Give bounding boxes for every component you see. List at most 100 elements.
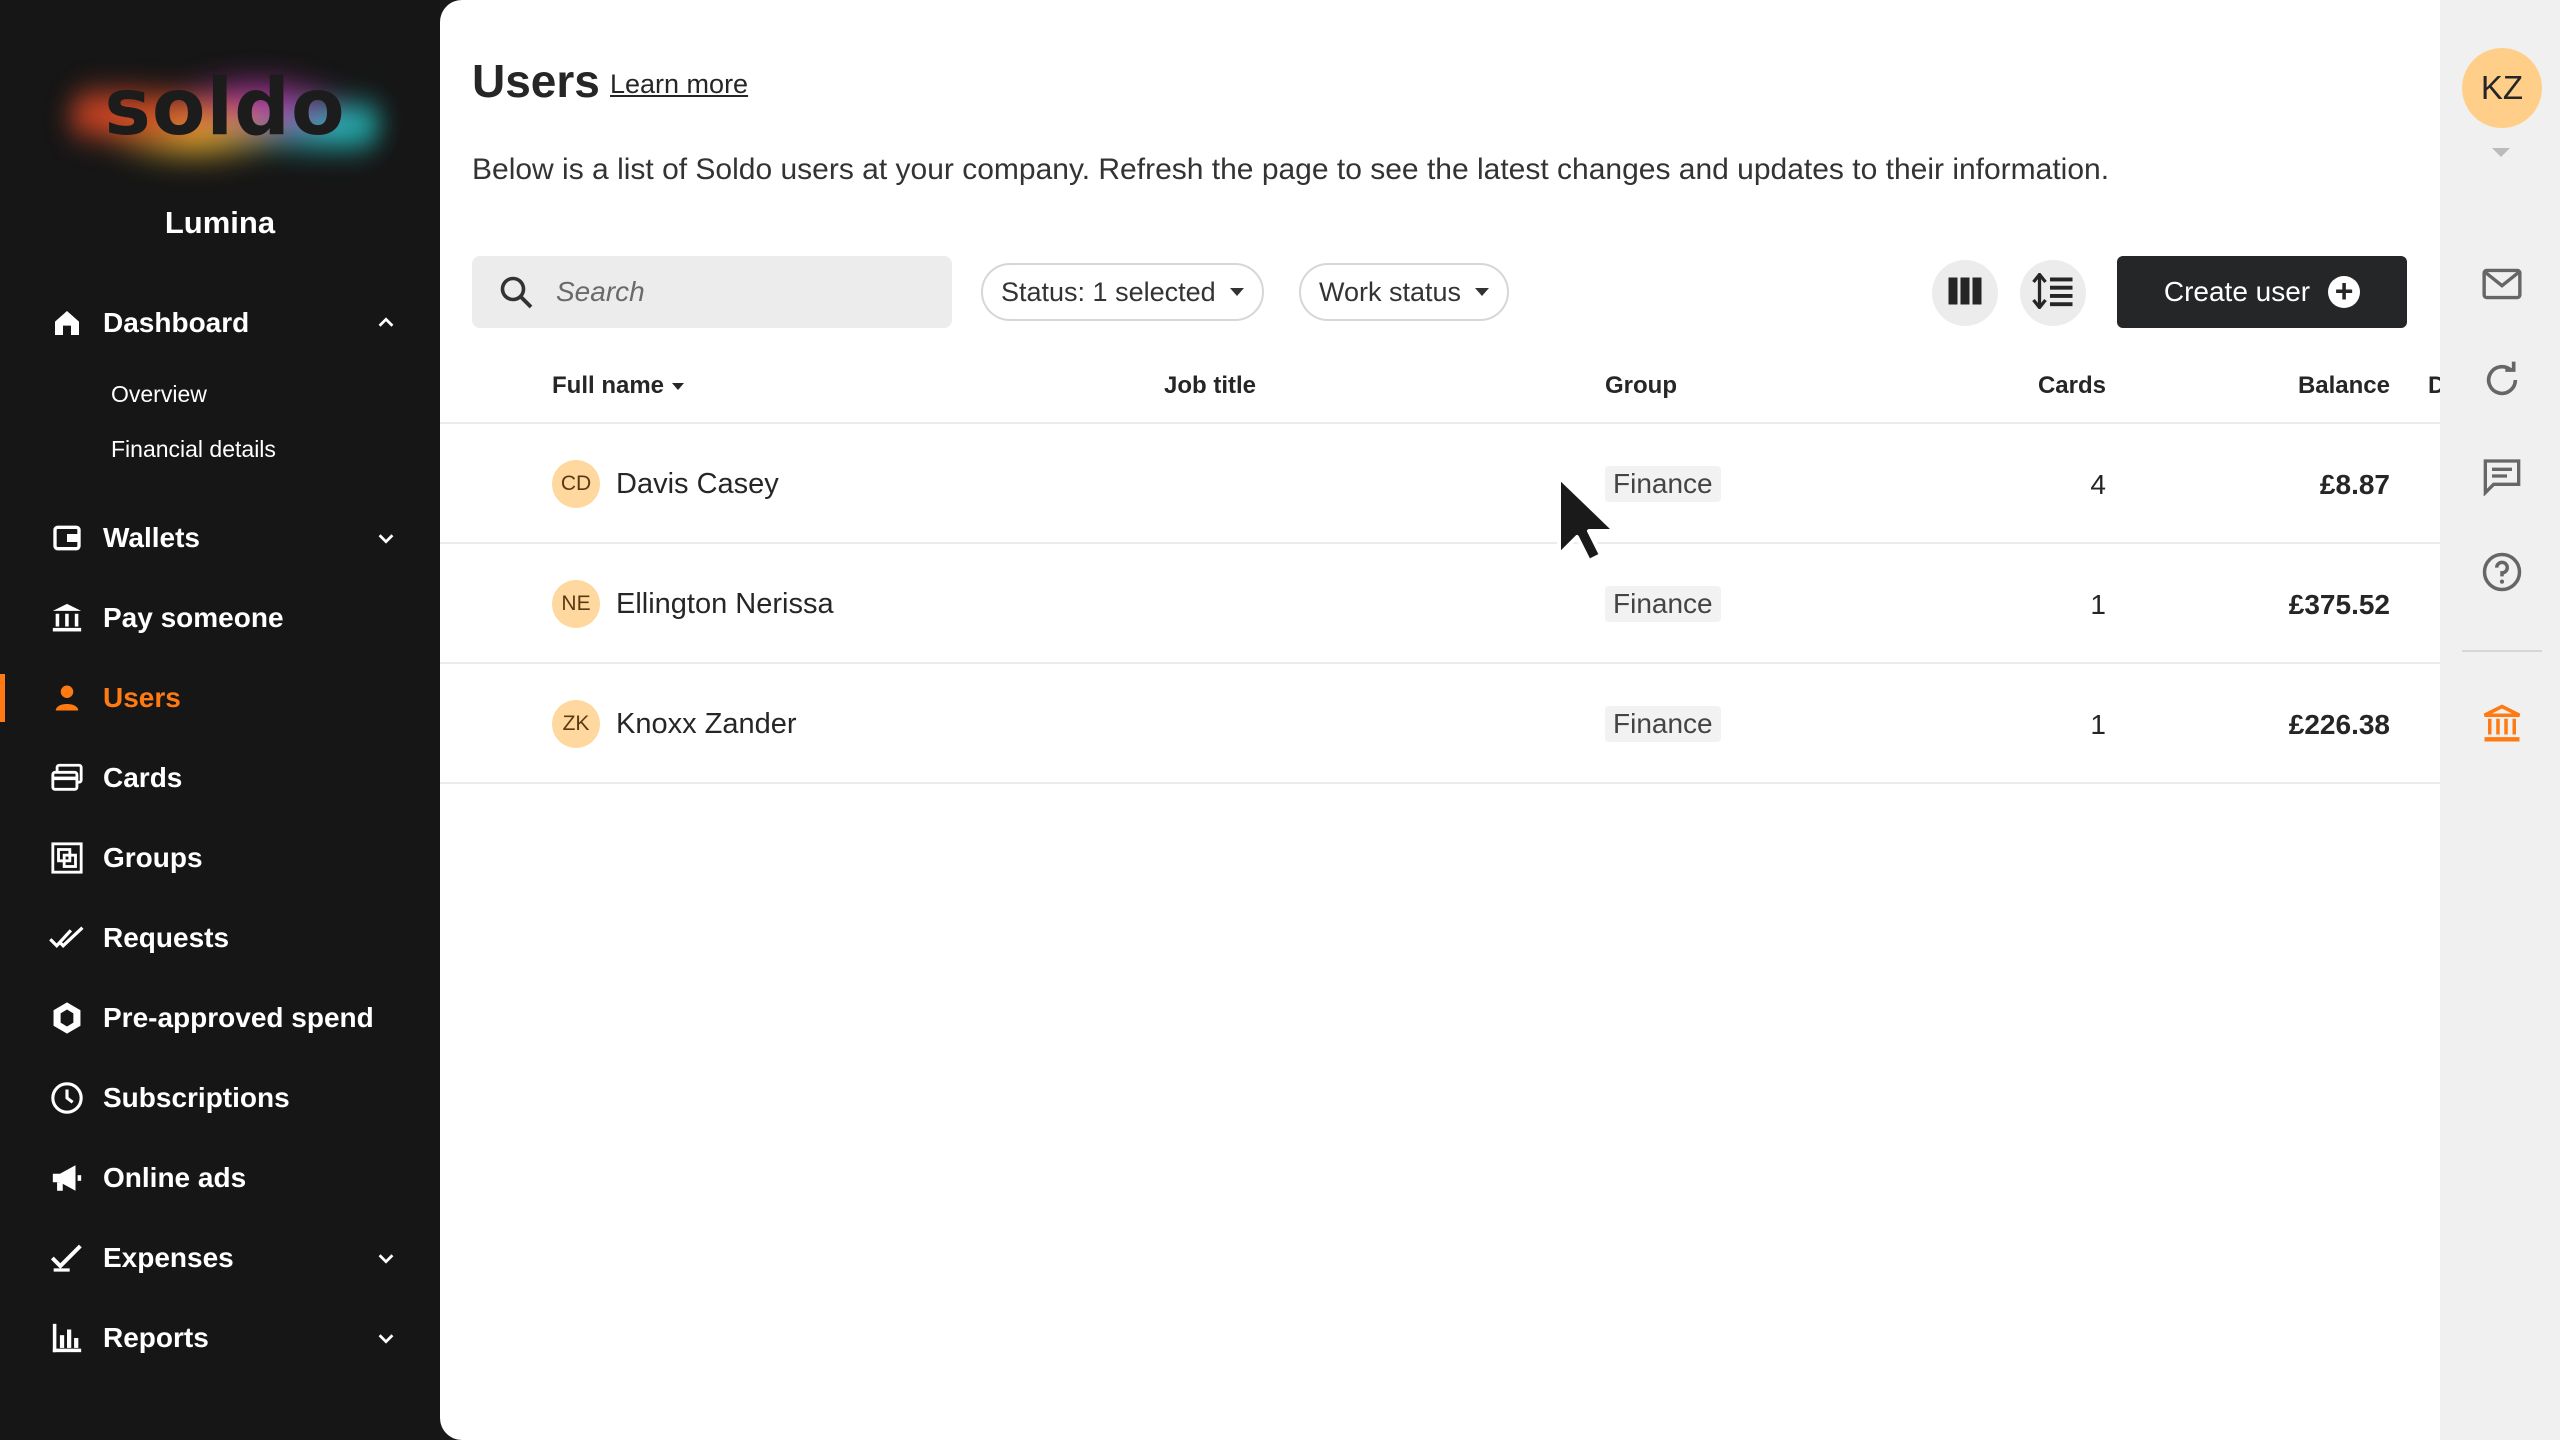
main-content: Users Learn more Below is a list of Sold… [440,0,2440,1440]
table-divider [440,782,2440,784]
user-icon [47,678,87,718]
caret-down-icon[interactable] [2492,148,2510,157]
chevron-up-icon[interactable] [370,307,402,339]
sidebar-item-label: Online ads [103,1162,247,1193]
search-icon [498,274,534,315]
company-name: Lumina [164,205,276,240]
bar-chart-icon [47,1318,87,1358]
sidebar-item-reports[interactable]: Reports [0,1308,440,1368]
logo-text: soldo [104,63,346,153]
sidebar-item-label: Groups [103,842,203,873]
group-tag: Finance [1605,586,1721,622]
sidebar-item-cards[interactable]: Cards [0,748,440,808]
user-name: Knoxx Zander [616,708,797,740]
plus-circle-icon: + [2328,275,2361,308]
chat-icon[interactable] [2478,452,2526,500]
caret-down-icon [1475,288,1490,296]
caret-down-icon [1229,288,1244,296]
row-density-button[interactable] [2020,260,2086,326]
groups-icon [47,838,87,878]
chevron-down-icon[interactable] [370,1242,402,1274]
bank-transfer-icon [47,598,87,638]
sidebar-item-label: Expenses [103,1242,234,1273]
search-box[interactable] [472,256,952,328]
search-input[interactable] [556,270,926,314]
chevron-down-icon[interactable] [370,522,402,554]
sidebar: soldo Lumina Dashboard Overview Financia… [0,0,440,1440]
column-header-truncated[interactable]: D [2428,372,2440,400]
column-header-job-title[interactable]: Job title [1164,372,1256,400]
line-spacing-icon [2032,271,2074,314]
rail-divider [2462,650,2542,652]
soldo-logo[interactable]: soldo [60,55,390,185]
refresh-icon[interactable] [2478,356,2526,404]
sidebar-item-pre-approved-spend[interactable]: Pre-approved spend [0,988,440,1048]
user-name: Davis Casey [616,468,779,500]
right-rail: KZ [2440,0,2560,1440]
sidebar-item-label: Pre-approved spend [103,1002,374,1033]
sidebar-item-label: Pay someone [103,602,284,633]
learn-more-link[interactable]: Learn more [610,69,748,100]
sidebar-item-label: Requests [103,922,230,953]
status-filter-dropdown[interactable]: Status: 1 selected [981,263,1264,321]
cards-count: 4 [2090,469,2106,500]
sidebar-item-label: Cards [103,762,183,793]
sidebar-subitem-overview[interactable]: Overview [111,381,207,408]
work-status-filter-label: Work status [1319,276,1462,307]
sidebar-item-wallets[interactable]: Wallets [0,508,440,568]
sidebar-item-pay-someone[interactable]: Pay someone [0,588,440,648]
cards-count: 1 [2090,709,2106,740]
column-header-full-name[interactable]: Full name [552,372,685,400]
sidebar-item-expenses[interactable]: Expenses [0,1228,440,1288]
table-row[interactable]: CD Davis Casey Finance 4 £8.87 [440,424,2440,542]
cards-count: 1 [2090,589,2106,620]
page-description: Below is a list of Soldo users at your c… [472,153,2110,186]
user-name: Ellington Nerissa [616,588,834,620]
megaphone-icon [47,1158,87,1198]
sidebar-item-label: Subscriptions [103,1082,290,1113]
user-avatar-menu[interactable]: KZ [2462,48,2542,128]
table-row[interactable]: NE Ellington Nerissa Finance 1 £375.52 [440,544,2440,662]
column-header-cards[interactable]: Cards [2026,372,2106,400]
sidebar-item-users[interactable]: Users [0,668,440,728]
avatar: CD [552,460,600,508]
sidebar-item-label: Wallets [103,522,200,553]
sort-caret-icon [672,383,685,391]
balance-value: £375.52 [2288,589,2390,620]
sidebar-item-groups[interactable]: Groups [0,828,440,888]
avatar: ZK [552,700,600,748]
column-header-balance[interactable]: Balance [2190,372,2390,400]
columns-button[interactable] [1932,260,1998,326]
sidebar-item-subscriptions[interactable]: Subscriptions [0,1068,440,1128]
cards-icon [47,758,87,798]
balance-value: £226.38 [2288,709,2390,740]
chevron-down-icon[interactable] [370,1322,402,1354]
page-title: Users [472,55,600,107]
status-filter-label: Status: 1 selected [1001,276,1216,307]
bank-icon[interactable] [2478,700,2526,748]
column-header-group[interactable]: Group [1605,372,1677,400]
double-check-icon [47,918,87,958]
sidebar-item-label: Users [103,682,181,713]
table-row[interactable]: ZK Knoxx Zander Finance 1 £226.38 [440,664,2440,782]
create-user-button[interactable]: Create user + [2117,256,2407,328]
group-tag: Finance [1605,706,1721,742]
clock-icon [47,1078,87,1118]
column-header-label: Full name [552,372,665,399]
home-icon [47,303,87,343]
columns-icon [1947,276,1983,311]
avatar: NE [552,580,600,628]
sidebar-item-online-ads[interactable]: Online ads [0,1148,440,1208]
sidebar-item-dashboard[interactable]: Dashboard [0,293,440,353]
help-icon[interactable] [2478,548,2526,596]
work-status-filter-dropdown[interactable]: Work status [1299,263,1510,321]
sidebar-item-label: Reports [103,1322,209,1353]
hexagon-icon [47,998,87,1038]
sidebar-item-label: Dashboard [103,307,250,338]
balance-value: £8.87 [2319,469,2390,500]
create-user-label: Create user [2163,276,2311,307]
mail-icon[interactable] [2478,260,2526,308]
sidebar-subitem-financial-details[interactable]: Financial details [111,436,276,463]
sidebar-item-requests[interactable]: Requests [0,908,440,968]
mouse-cursor-icon [1557,475,1617,563]
